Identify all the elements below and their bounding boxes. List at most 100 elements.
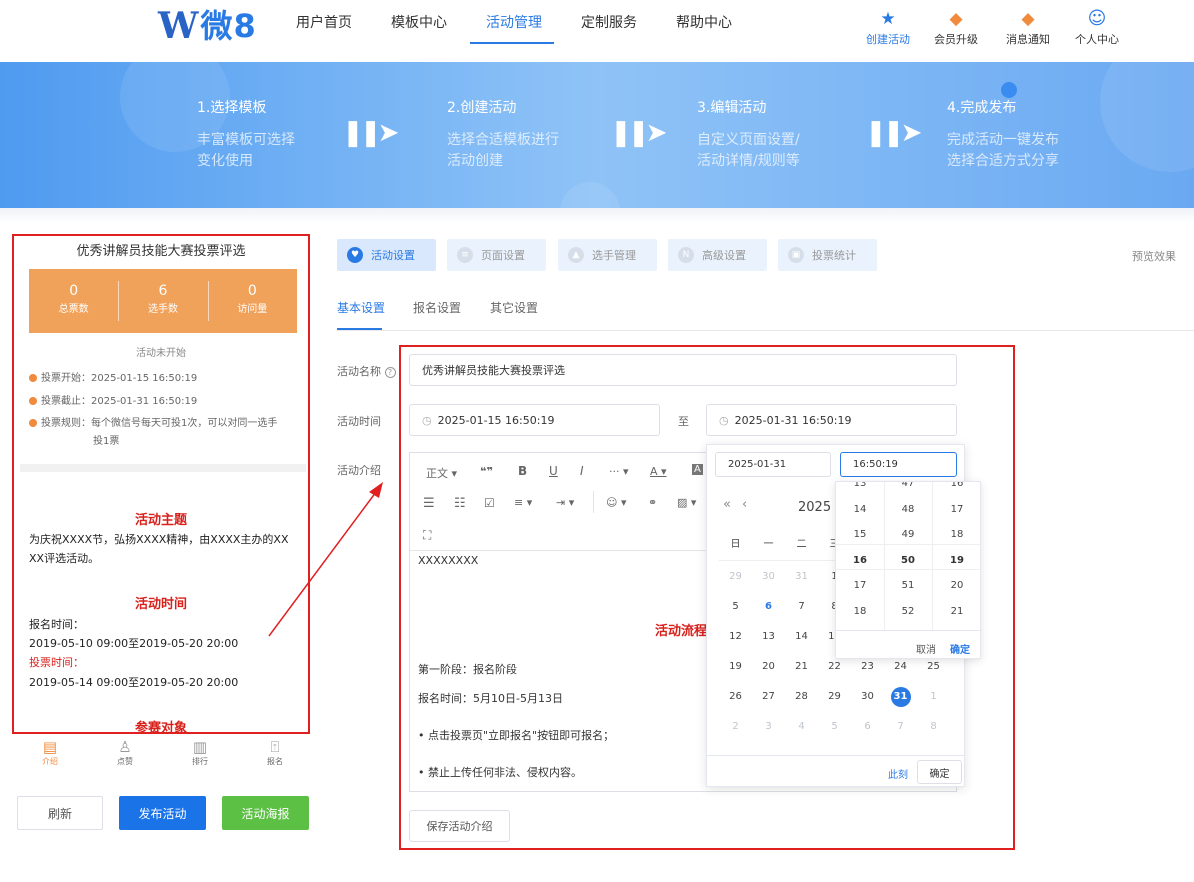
prev-year-icon[interactable]: «	[723, 497, 731, 512]
subtab-signup[interactable]: 报名设置	[413, 299, 461, 316]
stat-contestants: 6 选手数	[118, 269, 207, 333]
nav-home[interactable]: 用户首页	[296, 14, 352, 32]
save-intro-button[interactable]: 保存活动介绍	[409, 810, 510, 842]
tab-intro[interactable]: ▤ 介绍	[25, 738, 75, 767]
indent-icon[interactable]: ⇥ ▾	[556, 496, 574, 509]
tab-like[interactable]: ♙ 点赞	[100, 738, 150, 767]
day-cell[interactable]: 29	[719, 562, 752, 592]
font-color-button[interactable]: A ▾	[650, 465, 667, 478]
member-upgrade-button[interactable]: ◆ 会员升级	[926, 8, 986, 47]
user-center-button[interactable]: ☺ 个人中心	[1067, 8, 1127, 47]
underline-button[interactable]: U	[549, 464, 558, 478]
crown-icon: ◆	[949, 9, 963, 29]
nav-activity-management[interactable]: 活动管理	[486, 14, 542, 32]
day-cell[interactable]: 5	[719, 592, 752, 622]
tab-vote-stats[interactable]: ▣ 投票统计	[778, 239, 877, 271]
reg-time-value: 2019-05-10 09:00至2019-05-20 20:00	[29, 637, 239, 650]
day-cell[interactable]: 7	[785, 592, 818, 622]
bold-button[interactable]: B	[518, 464, 527, 478]
stat-label: 总票数	[58, 304, 89, 315]
subtab-other[interactable]: 其它设置	[490, 299, 538, 316]
numbered-list-icon[interactable]: ☷	[454, 496, 466, 511]
start-time-input[interactable]: ◷ 2025-01-15 16:50:19	[409, 404, 660, 436]
day-cell[interactable]: 27	[752, 682, 785, 712]
day-cell[interactable]: 21	[785, 652, 818, 682]
advanced-icon: N	[678, 247, 694, 263]
italic-button[interactable]: I	[580, 464, 584, 478]
bg-color-button[interactable]: A	[692, 464, 703, 475]
nav-templates[interactable]: 模板中心	[391, 14, 447, 32]
day-cell[interactable]: 19	[719, 652, 752, 682]
tab-advanced-settings[interactable]: N 高级设置	[668, 239, 767, 271]
publish-button[interactable]: 发布活动	[119, 796, 206, 830]
tab-signup[interactable]: ⍐ 报名	[250, 738, 300, 767]
day-cell[interactable]: 20	[752, 652, 785, 682]
day-cell-selected[interactable]: 31	[884, 682, 917, 712]
poster-button[interactable]: 活动海报	[222, 796, 309, 830]
day-cell[interactable]: 14	[785, 622, 818, 652]
toolbar-divider	[593, 491, 594, 513]
day-cell[interactable]: 28	[785, 682, 818, 712]
day-cell[interactable]: 31	[785, 562, 818, 592]
activity-name-input[interactable]: 优秀讲解员技能大赛投票评选	[409, 354, 957, 386]
second-column[interactable]: 16 17 18 19 20 21	[933, 482, 981, 624]
day-cell[interactable]: 30	[851, 682, 884, 712]
nav-help[interactable]: 帮助中心	[676, 14, 732, 32]
now-button[interactable]: 此刻	[888, 766, 908, 781]
day-cell[interactable]: 3	[752, 712, 785, 742]
bullet-list-icon[interactable]: ☰	[423, 496, 435, 511]
tab-page-settings[interactable]: ≡ 页面设置	[447, 239, 546, 271]
time-input[interactable]: 16:50:19	[840, 452, 957, 477]
fullscreen-icon[interactable]: ⛶	[423, 528, 431, 543]
preview-link[interactable]: 预览效果	[1132, 248, 1176, 264]
image-icon[interactable]: ▨ ▾	[677, 496, 696, 509]
day-cell[interactable]: 5	[818, 712, 851, 742]
vote-end-text: 投票截止：2025-01-31 16:50:19	[41, 396, 198, 407]
day-cell[interactable]: 13	[752, 622, 785, 652]
more-button[interactable]: ··· ▾	[609, 465, 629, 478]
confirm-button[interactable]: 确定	[917, 760, 962, 784]
step-1-desc: 丰富模板可选择变化使用	[197, 132, 295, 169]
tab-activity-settings[interactable]: ♥ 活动设置	[337, 239, 436, 271]
day-cell[interactable]: 30	[752, 562, 785, 592]
day-cell[interactable]: 29	[818, 682, 851, 712]
day-cell-today[interactable]: 6	[752, 592, 785, 622]
paragraph-style-label: 正文	[426, 467, 448, 480]
tab-rank[interactable]: ▥ 排行	[175, 738, 225, 767]
quote-button[interactable]: ❝❞	[480, 465, 493, 478]
day-cell[interactable]: 12	[719, 622, 752, 652]
day-cell[interactable]: 6	[851, 712, 884, 742]
nav-custom-service[interactable]: 定制服务	[581, 14, 637, 32]
align-icon[interactable]: ≡ ▾	[514, 496, 532, 509]
day-cell[interactable]: 8	[917, 712, 950, 742]
notifications-button[interactable]: ◆ 消息通知	[998, 8, 1058, 47]
tp-confirm-button[interactable]: 确定	[950, 641, 970, 656]
day-cell[interactable]: 2	[719, 712, 752, 742]
time-label: 活动时间	[337, 415, 381, 428]
logo[interactable]: W 微8	[158, 6, 257, 46]
refresh-button[interactable]: 刷新	[17, 796, 103, 830]
day-cell[interactable]: 1	[917, 682, 950, 712]
day-cell[interactable]: 7	[884, 712, 917, 742]
help-icon[interactable]: ?	[384, 367, 396, 378]
day-cell[interactable]: 26	[719, 682, 752, 712]
link-icon[interactable]: ⚭	[648, 496, 657, 509]
subtab-basic[interactable]: 基本设置	[337, 299, 385, 316]
emoji-icon[interactable]: ☺ ▾	[606, 496, 627, 509]
prev-month-icon[interactable]: ‹	[742, 497, 747, 512]
hour-column[interactable]: 13 14 15 16 17 18	[836, 482, 884, 624]
date-input[interactable]: 2025-01-31	[715, 452, 831, 477]
day-cell[interactable]: 4	[785, 712, 818, 742]
star-icon: ★	[880, 9, 896, 29]
step-3-desc: 自定义页面设置/活动详情/规则等	[697, 132, 800, 169]
create-activity-button[interactable]: ★ 创建活动	[858, 8, 918, 47]
tab-contestant-management[interactable]: ▲ 选手管理	[558, 239, 657, 271]
paragraph-style-select[interactable]: 正文 ▾	[426, 465, 457, 481]
time-picker-panel[interactable]: 13 14 15 16 17 18 47 48 49 50 51 52 16 17 18 19 20 21 取…	[835, 481, 982, 659]
minute-column[interactable]: 47 48 49 50 51 52	[884, 482, 932, 624]
weekday: 日	[730, 539, 741, 550]
end-time-input[interactable]: ◷ 2025-01-31 16:50:19	[706, 404, 957, 436]
tp-cancel-button[interactable]: 取消	[916, 641, 936, 656]
step-3-title: 3.编辑活动	[697, 100, 767, 116]
todo-icon[interactable]: ☑	[484, 496, 495, 510]
